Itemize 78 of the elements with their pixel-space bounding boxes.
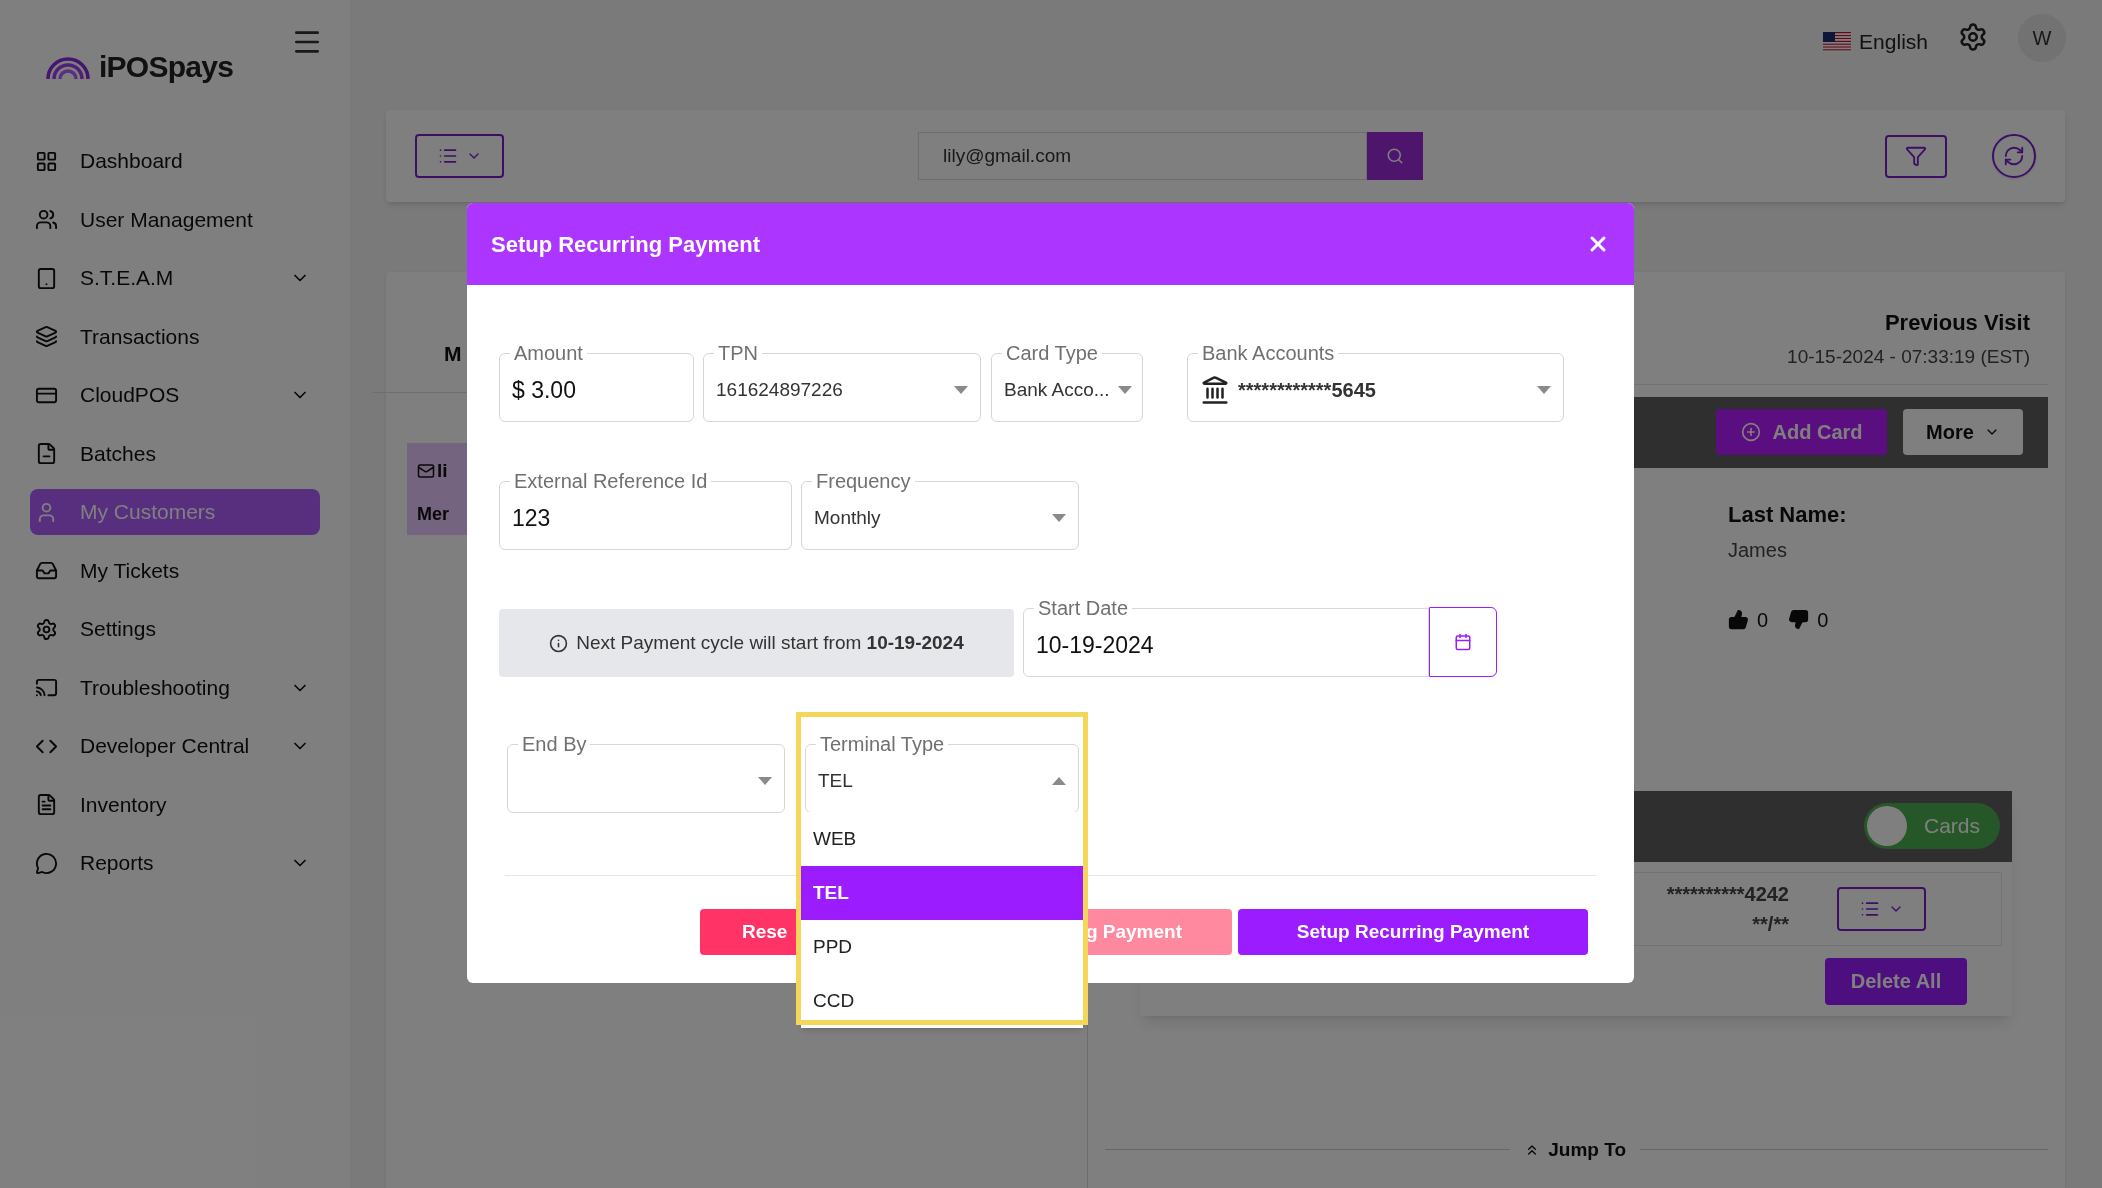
label-fragment: Mer xyxy=(417,503,450,526)
card-menu-button[interactable] xyxy=(1837,886,1926,931)
field-label: Frequency xyxy=(815,469,912,493)
field-label: Bank Accounts xyxy=(1201,341,1336,365)
sidebar-item[interactable]: Inventory xyxy=(30,781,320,828)
sidebar-item[interactable]: Batches xyxy=(30,430,320,477)
calendar-icon xyxy=(1454,633,1472,651)
field-label: External Reference Id xyxy=(513,469,709,493)
mail-icon xyxy=(417,461,435,480)
dislike-count: 0 xyxy=(1817,607,1829,633)
sidebar-item[interactable]: Troubleshooting xyxy=(30,664,320,711)
grid-icon xyxy=(35,149,58,173)
users-icon xyxy=(35,208,58,231)
card-number: **********4242 xyxy=(1666,881,1789,907)
caret-icon xyxy=(1117,386,1132,394)
caret-icon xyxy=(954,386,968,394)
search-field[interactable]: lily@gmail.com xyxy=(918,132,1367,180)
sidebar-item[interactable]: Dashboard xyxy=(30,138,320,184)
settings-icon xyxy=(35,617,58,641)
modal-title: Setup Recurring Payment xyxy=(491,230,761,259)
last-name-value: James xyxy=(1728,537,1788,563)
email-fragment: li xyxy=(437,458,448,483)
sidebar-item[interactable]: My Tickets xyxy=(30,547,320,594)
refresh-icon xyxy=(2003,145,2025,167)
bank-icon xyxy=(1200,375,1230,405)
avatar[interactable]: W xyxy=(2018,14,2066,62)
layers-icon xyxy=(35,325,58,348)
sidebar-item[interactable]: S.T.E.A.M xyxy=(30,255,320,301)
info-icon xyxy=(549,633,569,653)
more-button[interactable]: More xyxy=(1903,409,2023,455)
field-label: Amount xyxy=(513,341,584,365)
like-count: 0 xyxy=(1757,607,1769,633)
sidebar-item[interactable]: Settings xyxy=(30,606,320,652)
jump-to-link[interactable]: Jump To xyxy=(1524,1135,1626,1164)
field-label: TPN xyxy=(717,341,759,365)
dropdown-option[interactable]: TEL xyxy=(801,866,1083,920)
card-expiry: **/** xyxy=(1752,911,1789,937)
last-name-label: Last Name: xyxy=(1728,500,1848,529)
language-selector[interactable]: English xyxy=(1859,26,1928,58)
document-icon xyxy=(35,793,58,816)
thumbs-down-icon[interactable] xyxy=(1788,609,1810,630)
caret-icon xyxy=(1052,777,1066,785)
caret-icon xyxy=(1052,514,1066,522)
filter-icon xyxy=(1905,145,1927,167)
search-icon xyxy=(1386,147,1404,165)
previous-visit-label: Previous Visit xyxy=(1884,309,2030,337)
tablet-icon xyxy=(35,266,58,290)
list-menu-button[interactable] xyxy=(415,134,504,178)
field-label: Card Type xyxy=(1005,341,1099,365)
sidebar-item[interactable]: User Management xyxy=(30,196,320,243)
inbox-icon xyxy=(35,559,58,582)
filter-button[interactable] xyxy=(1885,134,1947,178)
monitor-icon xyxy=(35,676,58,699)
logo-text: iPOSpays xyxy=(99,49,234,85)
field-label: End By xyxy=(521,732,588,756)
document-icon xyxy=(35,442,58,465)
field-label: Terminal Type xyxy=(819,732,946,756)
sidebar-item[interactable]: Reports xyxy=(30,840,320,886)
flag-icon xyxy=(1823,31,1852,52)
list-icon xyxy=(437,146,458,166)
info-text: Next Payment cycle will start from 10-19-2024 xyxy=(576,630,964,655)
delete-all-button[interactable]: Delete All xyxy=(1825,957,1967,1005)
previous-visit-date: 10-15-2024 - 07:33:19 (EST) xyxy=(1787,345,2030,369)
chat-bubble-icon xyxy=(35,851,58,875)
refresh-button[interactable] xyxy=(1992,134,2036,178)
recurring-payment-button[interactable]: Setup Recurring Payment xyxy=(1238,909,1588,955)
sidebar-item[interactable]: Developer Central xyxy=(30,723,320,769)
sidebar-item[interactable]: Transactions xyxy=(30,313,320,360)
field-label: Start Date xyxy=(1037,596,1130,620)
caret-icon xyxy=(1537,386,1551,394)
add-card-button[interactable]: Add Card xyxy=(1716,409,1887,455)
caret-icon xyxy=(758,777,772,785)
plus-circle-icon xyxy=(1740,422,1761,442)
thumbs-up-icon[interactable] xyxy=(1728,609,1749,630)
calendar-button[interactable] xyxy=(1429,607,1497,677)
settings-button[interactable] xyxy=(1958,22,1988,52)
heading-fragment: M xyxy=(444,342,462,365)
sidebar-item[interactable]: CloudPOS xyxy=(30,372,320,418)
